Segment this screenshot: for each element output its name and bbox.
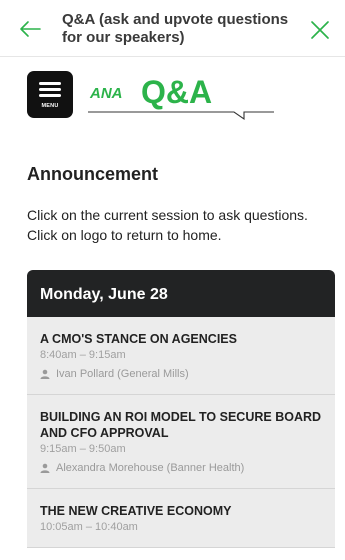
menu-bar-icon <box>39 82 61 85</box>
person-icon <box>40 369 50 379</box>
speaker-name: Ivan Pollard (General Mills) <box>56 368 189 380</box>
menu-bar-icon <box>39 88 61 91</box>
announcement-heading: Announcement <box>27 164 159 184</box>
menu-button[interactable]: MENU <box>27 71 73 118</box>
session-title: BUILDING AN ROI MODEL TO SECURE BOARD AN… <box>40 410 322 440</box>
top-bar: Q&A (ask and upvote questions for our sp… <box>0 0 345 57</box>
session-item[interactable]: BUILDING AN ROI MODEL TO SECURE BOARD AN… <box>27 395 335 489</box>
schedule-list: Monday, June 28 A CMO'S STANCE ON AGENCI… <box>27 270 335 560</box>
session-item[interactable]: THE NEW CREATIVE ECONOMY 10:05am – 10:40… <box>27 489 335 548</box>
speaker-row: Alexandra Morehouse (Banner Health) <box>40 462 322 474</box>
session-time: 9:15am – 9:50am <box>40 443 126 455</box>
ana-logo-text: ANA <box>89 85 123 102</box>
qa-logo[interactable]: ANA Q&A <box>86 72 276 122</box>
qa-logo-text: Q&A <box>141 74 212 110</box>
session-time: 8:40am – 9:15am <box>40 349 126 361</box>
announcement-body: Click on the current session to ask ques… <box>27 207 308 243</box>
speaker-name: Alexandra Morehouse (Banner Health) <box>56 462 245 474</box>
speech-bubble-icon <box>88 111 274 121</box>
session-item[interactable]: A CMO'S STANCE ON AGENCIES 8:40am – 9:15… <box>27 317 335 395</box>
close-icon[interactable] <box>309 19 331 41</box>
menu-bar-icon <box>39 94 61 97</box>
day-header: Monday, June 28 <box>27 270 335 317</box>
speaker-row: Ivan Pollard (General Mills) <box>40 368 322 380</box>
session-time: 10:05am – 10:40am <box>40 521 138 533</box>
person-icon <box>40 463 50 473</box>
page-title: Q&A (ask and upvote questions for our sp… <box>62 11 289 46</box>
menu-label: MENU <box>41 103 59 109</box>
back-arrow-icon[interactable] <box>18 19 42 39</box>
session-title: THE NEW CREATIVE ECONOMY <box>40 504 232 518</box>
session-title: A CMO'S STANCE ON AGENCIES <box>40 332 237 346</box>
